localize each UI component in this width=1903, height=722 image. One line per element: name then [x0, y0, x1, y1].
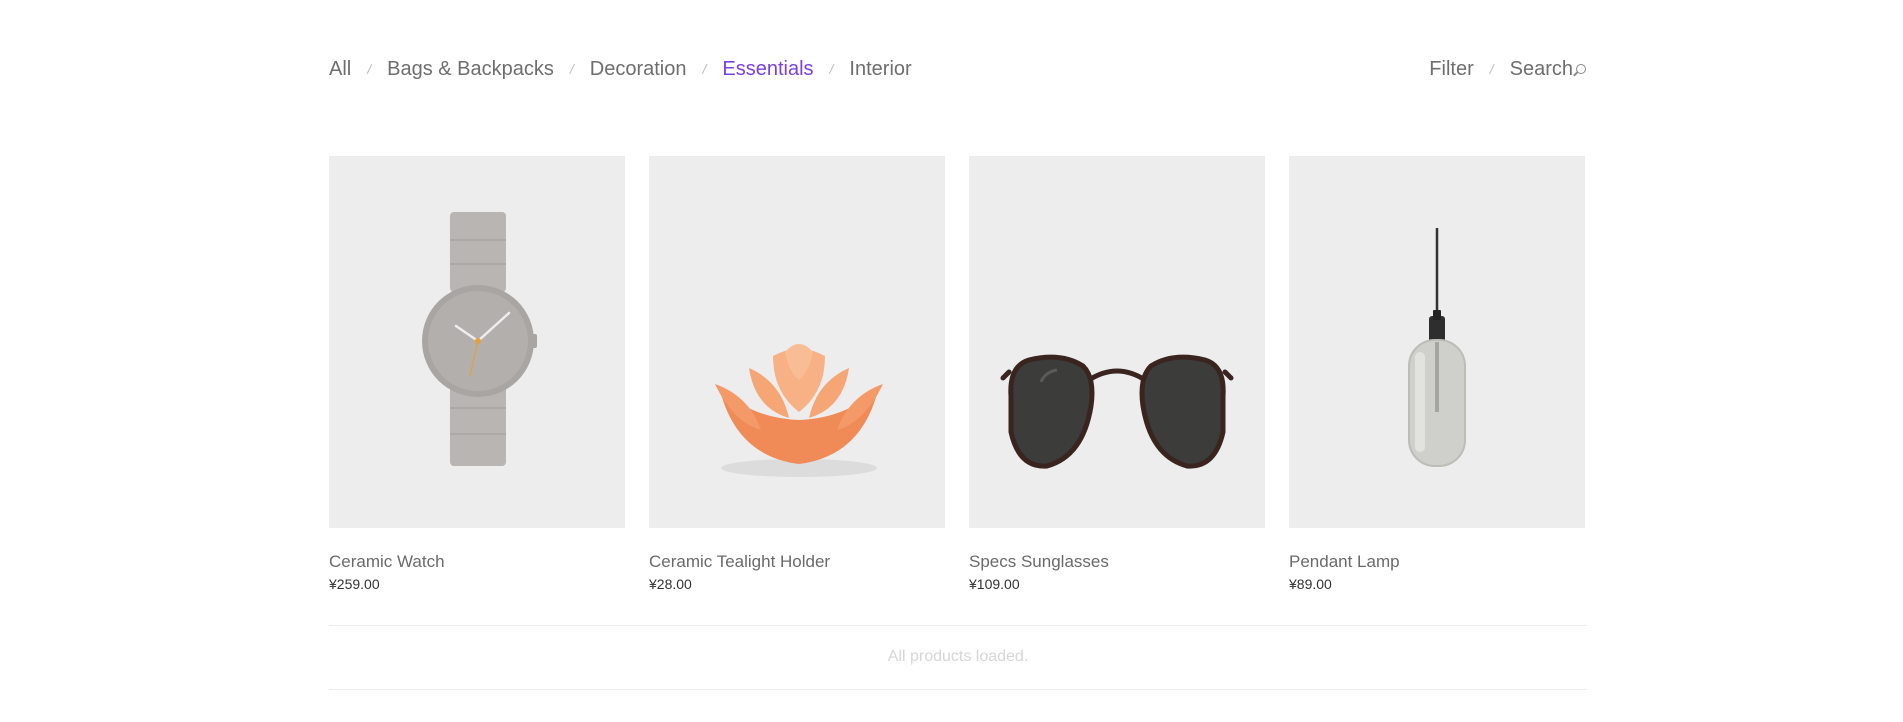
category-bags-backpacks[interactable]: Bags & Backpacks	[387, 58, 554, 81]
product-image[interactable]	[329, 156, 625, 528]
sunglasses-icon	[1000, 354, 1234, 469]
product-price: ¥89.00	[1289, 576, 1332, 592]
pendant-lamp-icon	[1408, 228, 1466, 467]
search-icon	[1576, 63, 1586, 74]
product-name[interactable]: Pendant Lamp	[1289, 552, 1585, 572]
separator: /	[829, 61, 834, 77]
separator: /	[569, 61, 574, 77]
product-image[interactable]	[649, 156, 945, 528]
search-button[interactable]: Search	[1510, 58, 1586, 81]
separator: /	[1489, 61, 1494, 77]
category-essentials[interactable]: Essentials	[722, 58, 813, 81]
product-name[interactable]: Ceramic Tealight Holder	[649, 552, 945, 572]
product-image[interactable]	[1289, 156, 1585, 528]
toolbar: Filter / Search	[1429, 58, 1586, 81]
divider	[329, 625, 1587, 626]
product-card[interactable]: Specs Sunglasses ¥109.00	[969, 156, 1265, 592]
load-status: All products loaded.	[887, 648, 1029, 665]
product-image[interactable]	[969, 156, 1265, 528]
separator: /	[367, 61, 372, 77]
product-price: ¥259.00	[329, 576, 380, 592]
lotus-tealight-icon	[715, 344, 883, 477]
category-decoration[interactable]: Decoration	[590, 58, 687, 81]
search-label: Search	[1509, 57, 1573, 80]
category-filter: All / Bags & Backpacks / Decoration / Es…	[329, 58, 912, 81]
product-card[interactable]: Pendant Lamp ¥89.00	[1289, 156, 1585, 592]
product-grid: Ceramic Watch ¥259.00 Ceramic Tealight H…	[329, 156, 1587, 592]
product-card[interactable]: Ceramic Tealight Holder ¥28.00	[649, 156, 945, 592]
divider	[329, 689, 1587, 690]
product-price: ¥28.00	[649, 576, 692, 592]
top-navigation: All / Bags & Backpacks / Decoration / Es…	[329, 52, 1586, 86]
category-all[interactable]: All	[329, 58, 351, 81]
product-name[interactable]: Specs Sunglasses	[969, 552, 1265, 572]
product-card[interactable]: Ceramic Watch ¥259.00	[329, 156, 625, 592]
separator: /	[702, 61, 707, 77]
product-name[interactable]: Ceramic Watch	[329, 552, 625, 572]
watch-icon	[422, 212, 537, 466]
product-price: ¥109.00	[969, 576, 1020, 592]
filter-button[interactable]: Filter	[1429, 58, 1473, 81]
category-interior[interactable]: Interior	[849, 58, 911, 81]
